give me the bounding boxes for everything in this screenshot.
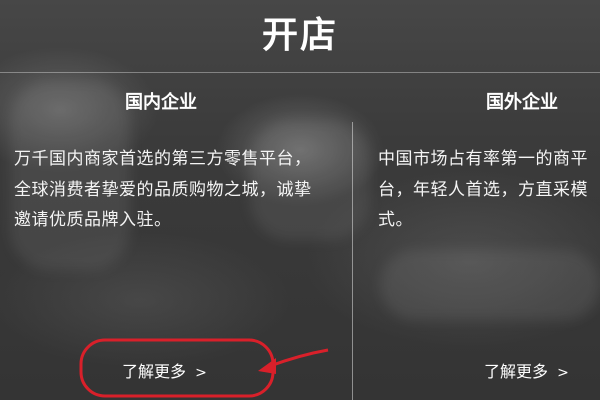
- title-divider: [0, 72, 600, 73]
- card-title: 国内企业: [125, 92, 197, 113]
- chevron-right-icon: >: [557, 365, 569, 381]
- domestic-enterprise-card: 国内企业 万千国内商家首选的第三方零售平台，全球消费者挚爱的品质购物之城，诚挚邀…: [14, 90, 332, 400]
- learn-more-label: 了解更多: [484, 362, 549, 381]
- card-description: 中国市场占有率第一的商平台，年轻人首选，方直采模式。: [378, 149, 588, 230]
- learn-more-link[interactable]: 了解更多 >: [484, 358, 569, 382]
- learn-more-label: 了解更多: [122, 362, 187, 381]
- card-title: 国外企业: [486, 92, 558, 113]
- learn-more-link[interactable]: 了解更多 >: [122, 358, 207, 382]
- foreign-enterprise-card: 国外企业 中国市场占有率第一的商平台，年轻人首选，方直采模式。 了解更多 >: [378, 90, 600, 400]
- page-title: 开店: [261, 15, 338, 56]
- card-description: 万千国内商家首选的第三方零售平台，全球消费者挚爱的品质购物之城，诚挚邀请优质品牌…: [14, 149, 312, 230]
- chevron-right-icon: >: [195, 365, 207, 381]
- store-opening-banner: 开店 国内企业 万千国内商家首选的第三方零售平台，全球消费者挚爱的品质购物之城，…: [0, 0, 600, 400]
- column-divider: [352, 122, 353, 400]
